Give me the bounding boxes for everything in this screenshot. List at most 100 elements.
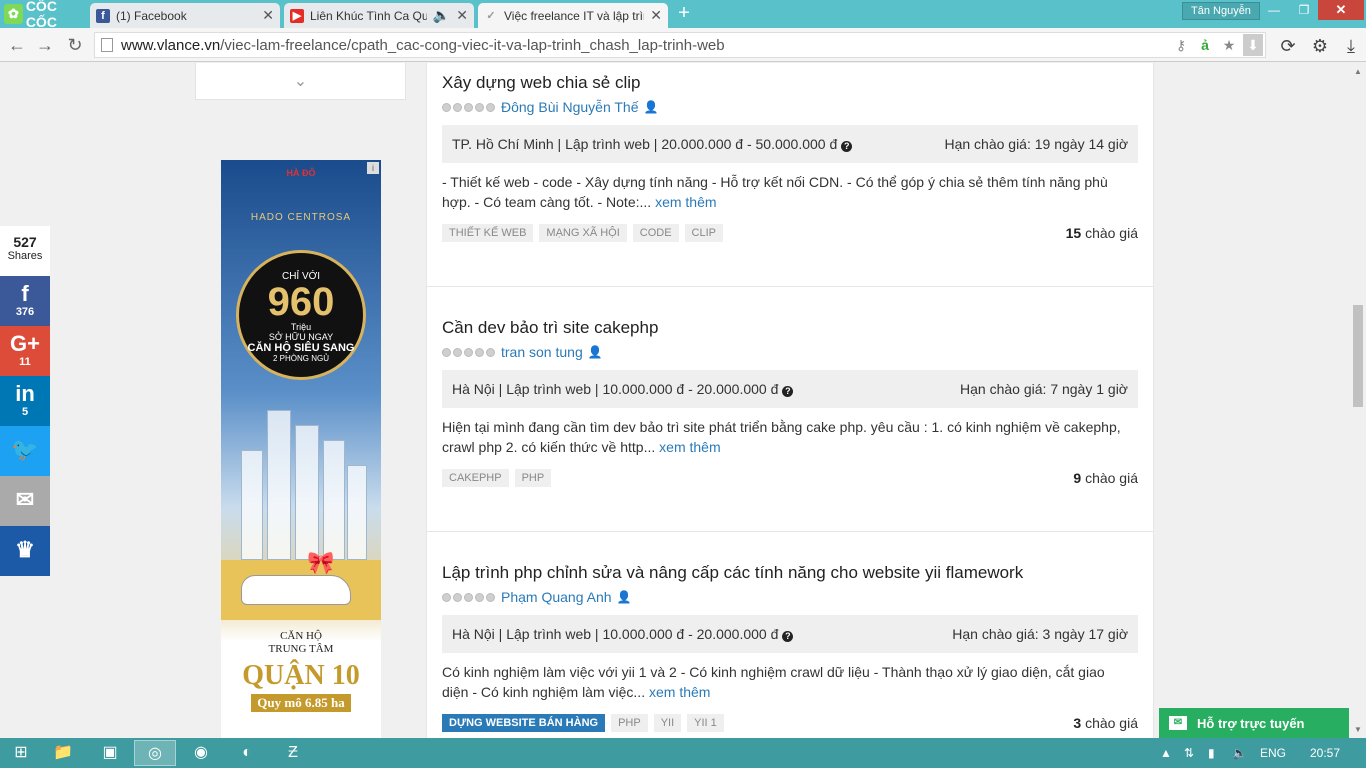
tag[interactable]: DỰNG WEBSITE BÁN HÀNG xyxy=(442,714,606,732)
typing-icon[interactable]: ả xyxy=(1195,34,1215,56)
volume-icon[interactable]: 🔈 xyxy=(1232,738,1247,768)
new-tab-button[interactable]: + xyxy=(672,3,696,24)
speaker-icon[interactable]: 🔈 xyxy=(433,7,450,24)
key-icon[interactable]: ⚷ xyxy=(1171,34,1191,56)
coccoc-taskbar-icon[interactable]: ◎ xyxy=(134,740,176,766)
chat-icon: ✉ xyxy=(1169,716,1187,730)
downloads-icon[interactable]: ⤓ xyxy=(1340,35,1362,57)
job-author-link[interactable]: tran son tung xyxy=(501,344,583,360)
twitter-icon: 🐦 xyxy=(11,437,39,462)
ad-district: QUẬN 10 xyxy=(242,660,360,691)
job-author-link[interactable]: Đông Bùi Nguyễn Thế xyxy=(501,99,639,115)
share-facebook-count: 376 xyxy=(15,306,35,318)
ad-promo-unit: Triệu xyxy=(290,322,312,332)
network-icon[interactable]: ▮ xyxy=(1208,738,1215,768)
ad-towers-image xyxy=(231,400,371,560)
ad-promo-price: 960 xyxy=(267,280,335,324)
job-title[interactable]: Xây dựng web chia sẻ clip xyxy=(442,71,1138,95)
live-support-label: Hỗ trợ trực tuyến xyxy=(1197,715,1305,731)
close-icon[interactable]: ✕ xyxy=(650,7,662,24)
scrollbar-thumb[interactable] xyxy=(1353,305,1363,407)
help-icon[interactable]: ? xyxy=(841,141,853,152)
gear-icon[interactable]: ⚙ xyxy=(1309,35,1331,57)
user-profile-button[interactable]: Tân Nguyễn xyxy=(1182,2,1260,20)
share-email-button[interactable]: ✉ xyxy=(0,476,50,526)
help-icon[interactable]: ? xyxy=(782,631,794,642)
ad-banner[interactable]: i HÀ ĐÔ HADO CENTROSA CHỈ VỚI 960 Triệu … xyxy=(221,160,381,738)
tag[interactable]: THIẾT KẾ WEB xyxy=(442,224,534,242)
tab-vlance[interactable]: ✓ Việc freelance IT và lập trìn ✕ xyxy=(478,3,668,28)
ad-promo-circle: CHỈ VỚI 960 Triệu SỞ HỮU NGAY CĂN HỘ SIÊ… xyxy=(236,250,366,380)
file-explorer-icon[interactable]: 📁 xyxy=(42,740,84,766)
tab-youtube[interactable]: ▶ Liên Khúc Tình Ca Quê 🔈 ✕ xyxy=(284,3,474,28)
reload-icon[interactable]: ↻ xyxy=(64,34,86,56)
tag[interactable]: YII 1 xyxy=(687,714,724,732)
read-more-link[interactable]: xem thêm xyxy=(655,194,716,210)
job-tags: THIẾT KẾ WEB MẠNG XÃ HỘI CODE CLIP xyxy=(442,224,724,242)
firefox-icon[interactable]: ◐ xyxy=(226,740,268,766)
download-icon[interactable]: ⬇ xyxy=(1243,34,1263,56)
sync-icon[interactable]: ⟳ xyxy=(1277,35,1299,57)
job-bids: 15 chào giá xyxy=(1066,225,1138,241)
language-indicator[interactable]: ENG xyxy=(1260,738,1286,768)
job-location-budget: TP. Hồ Chí Minh | Lập trình web | 20.000… xyxy=(452,136,838,152)
close-icon[interactable]: ✕ xyxy=(456,7,468,24)
window-close-button[interactable]: ✕ xyxy=(1318,0,1364,20)
job-bids: 9 chào giá xyxy=(1073,470,1138,486)
share-linkedin-button[interactable]: in 5 xyxy=(0,376,50,426)
job-item: Xây dựng web chia sẻ clip Đông Bùi Nguyễ… xyxy=(427,71,1153,287)
clock[interactable]: 20:57 xyxy=(1310,738,1340,768)
tag[interactable]: MẠNG XÃ HỘI xyxy=(539,224,627,242)
tray-arrow-icon[interactable]: ▲ xyxy=(1160,738,1172,768)
job-location-budget: Hà Nội | Lập trình web | 10.000.000 đ - … xyxy=(452,381,779,397)
share-google-plus-button[interactable]: G+ 11 xyxy=(0,326,50,376)
job-title[interactable]: Lập trình php chỉnh sửa và nâng cấp các … xyxy=(442,561,1138,585)
ad-bottom-line1: CĂN HỘ xyxy=(280,630,322,642)
job-rating-row: Phạm Quang Anh 👤 xyxy=(442,587,1138,607)
url-input[interactable]: www.vlance.vn /viec-lam-freelance/cpath_… xyxy=(94,32,1266,58)
tag[interactable]: YII xyxy=(653,714,682,732)
windows-start-icon[interactable]: ⊞ xyxy=(0,740,42,766)
tag[interactable]: PHP xyxy=(514,469,552,487)
filezilla-icon[interactable]: Ƶ xyxy=(272,740,314,766)
chrome-icon[interactable]: ◉ xyxy=(180,740,222,766)
job-author-link[interactable]: Phạm Quang Anh xyxy=(501,589,612,605)
ad-bottom-text: CĂN HỘ TRUNG TÂM QUẬN 10 Quy mô 6.85 ha xyxy=(221,630,381,712)
close-icon[interactable]: ✕ xyxy=(262,7,274,24)
scroll-up-icon[interactable]: ▲ xyxy=(1354,67,1362,76)
tag[interactable]: PHP xyxy=(611,714,648,732)
job-deadline: Hạn chào giá: 19 ngày 14 giờ xyxy=(944,136,1128,152)
forward-icon[interactable]: → xyxy=(34,34,56,56)
job-description-text: Có kinh nghiệm làm việc với yii 1 và 2 -… xyxy=(442,664,1105,700)
restore-icon[interactable]: ❐ xyxy=(1290,0,1318,20)
scroll-down-icon[interactable]: ▼ xyxy=(1354,725,1362,734)
user-icon: 👤 xyxy=(616,590,632,604)
live-support-button[interactable]: ✉ Hỗ trợ trực tuyến xyxy=(1159,708,1349,738)
share-sumome-button[interactable]: ♛ xyxy=(0,526,50,576)
ad-project-name: HADO CENTROSA xyxy=(250,212,352,223)
back-icon[interactable]: ← xyxy=(6,34,28,56)
read-more-link[interactable]: xem thêm xyxy=(659,439,720,455)
bow-icon: 🎀 xyxy=(307,550,335,575)
tag[interactable]: CLIP xyxy=(684,224,724,242)
tag[interactable]: CAKEPHP xyxy=(442,469,509,487)
browser-brand-label: CỐC CỐC xyxy=(25,0,57,30)
tab-facebook[interactable]: f (1) Facebook ✕ xyxy=(90,3,280,28)
read-more-link[interactable]: xem thêm xyxy=(649,684,710,700)
job-deadline: Hạn chào giá: 3 ngày 17 giờ xyxy=(952,626,1128,642)
job-tags: DỰNG WEBSITE BÁN HÀNG PHP YII YII 1 xyxy=(442,714,724,732)
share-twitter-button[interactable]: 🐦 xyxy=(0,426,50,476)
job-title[interactable]: Cần dev bảo trì site cakephp xyxy=(442,316,1138,340)
help-icon[interactable]: ? xyxy=(782,386,794,397)
scrollbar[interactable]: ▲ ▼ xyxy=(1350,63,1366,738)
facebook-icon: f xyxy=(21,281,29,306)
tray-sync-icon[interactable]: ⇅ xyxy=(1184,738,1194,768)
star-icon[interactable]: ★ xyxy=(1219,34,1239,56)
category-dropdown[interactable]: ⌄ xyxy=(195,63,406,100)
share-facebook-button[interactable]: f 376 xyxy=(0,276,50,326)
browser-brand[interactable]: ✿ CỐC CỐC xyxy=(0,0,88,30)
bid-count: 9 xyxy=(1073,470,1082,486)
app-icon[interactable]: ▣ xyxy=(89,740,131,766)
minimize-icon[interactable]: — xyxy=(1260,0,1288,20)
tag[interactable]: CODE xyxy=(632,224,679,242)
